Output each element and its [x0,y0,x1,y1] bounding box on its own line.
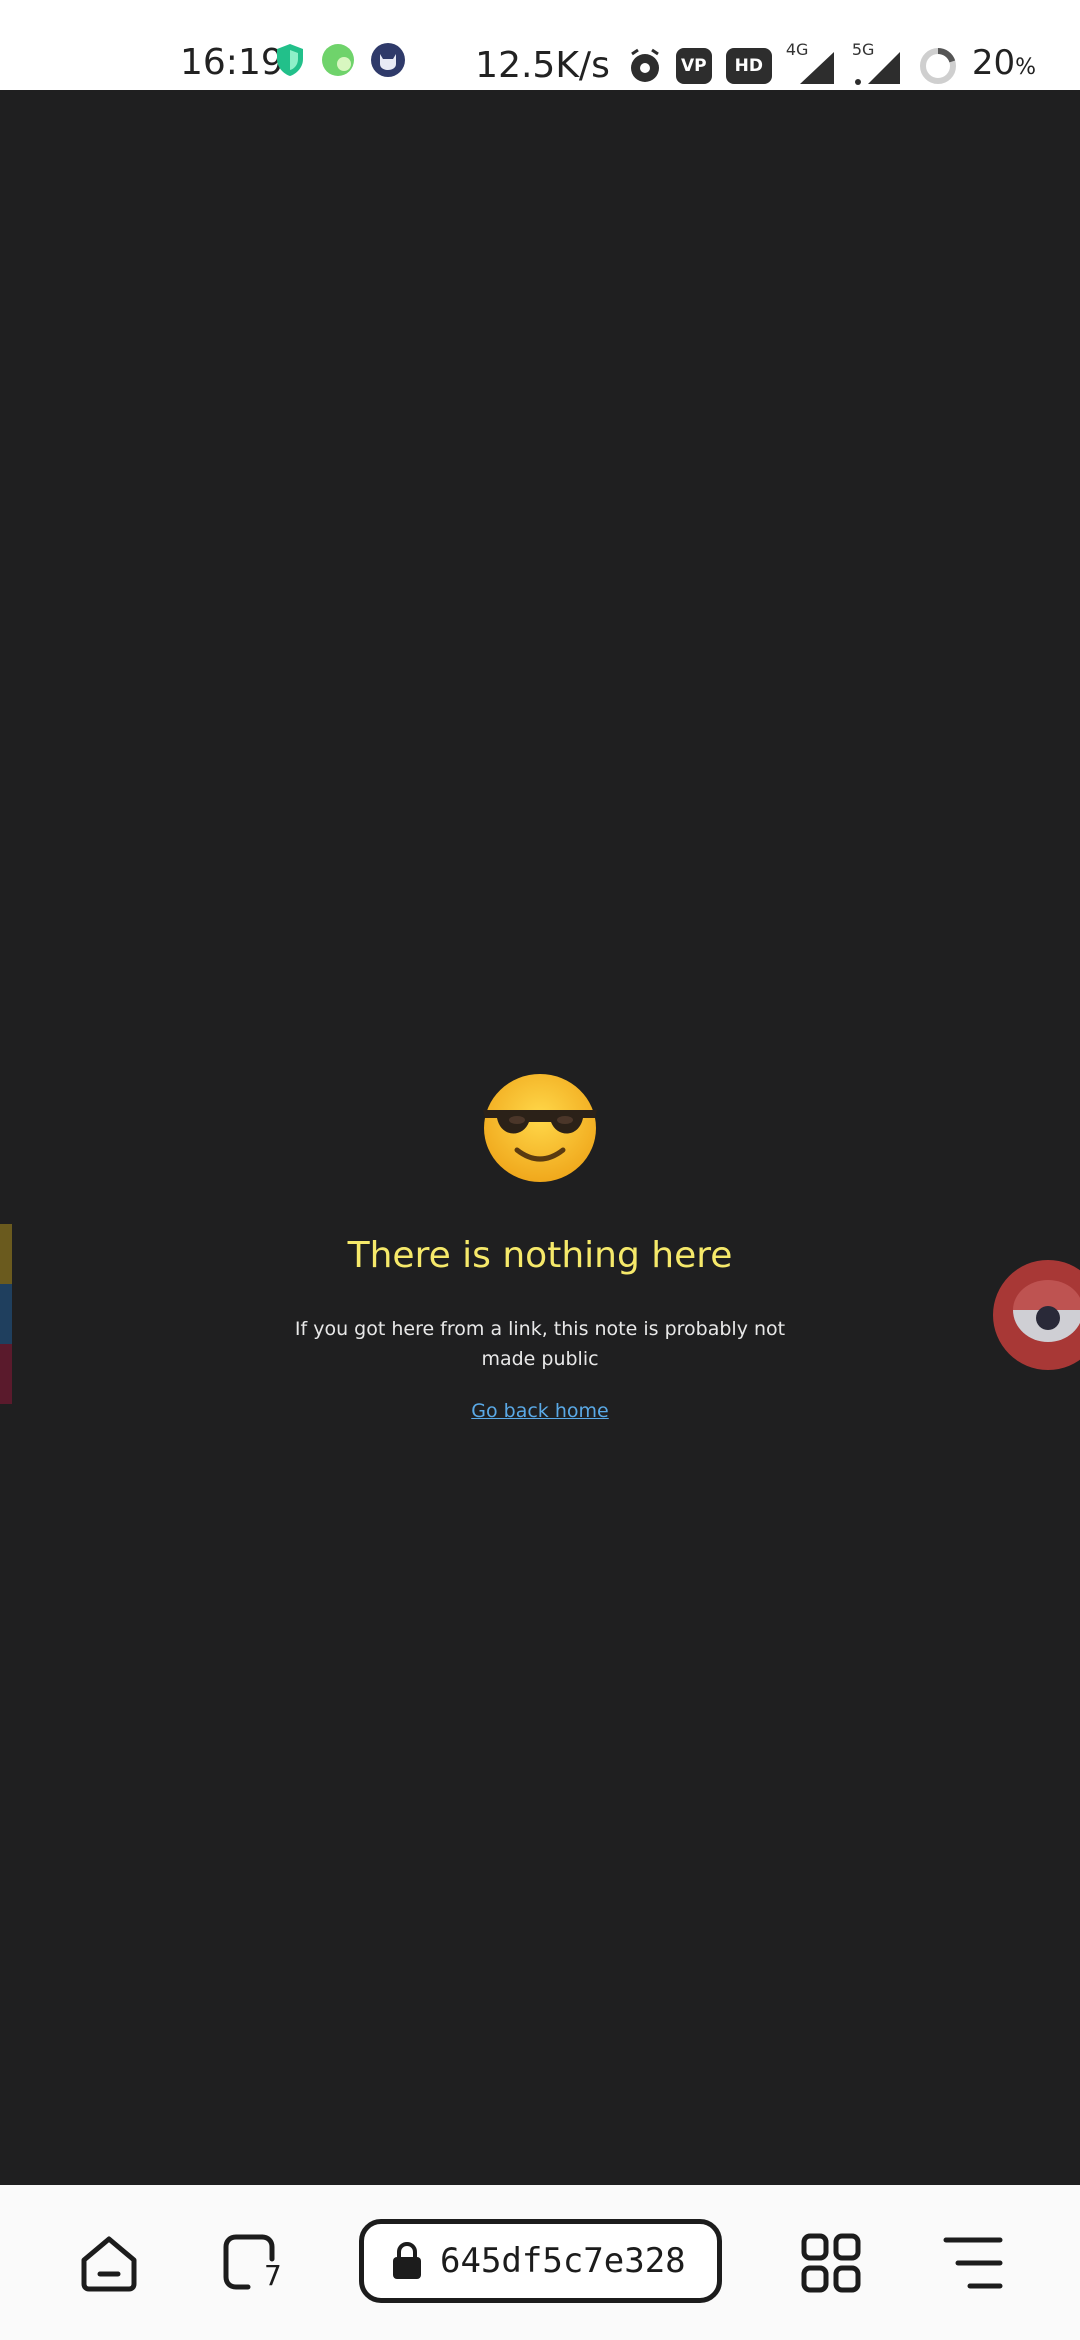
notification-icons [274,42,406,78]
status-time: 16:19 [180,42,284,83]
battery-percent: 20% [971,43,1036,83]
cat-app-icon [371,43,405,77]
hd-icon: HD [725,47,772,84]
floating-assistant-button[interactable] [993,1260,1080,1370]
edge-strip-blue [0,1284,12,1344]
apps-grid-icon[interactable] [798,2230,864,2296]
status-bar: 16:19 12.5K/s VP HD 4G 5G 20% [0,0,1080,90]
vpn-icon: VP [675,47,712,84]
lock-icon [393,2241,421,2279]
network-speed: 12.5K/s [475,44,610,86]
tabs-button[interactable]: 7 [218,2229,288,2299]
battery-ring-icon [919,47,956,84]
status-right: 12.5K/s VP HD 4G 5G 20% [475,40,1036,91]
page-description: If you got here from a link, this note i… [294,1318,786,1370]
home-icon[interactable] [76,2230,142,2296]
signal-4g-icon: 4G [786,40,838,88]
shield-app-icon [277,44,303,76]
tabs-count: 7 [264,2259,282,2292]
floating-eye-icon [996,1263,1080,1367]
menu-icon[interactable] [940,2230,1006,2296]
alarm-icon [630,48,659,82]
url-text: 645df5c7e328 [440,2241,686,2281]
address-bar[interactable]: 645df5c7e328 [359,2219,722,2303]
page-title: There is nothing here [347,1235,733,1276]
browser-bottom-bar: 7 645df5c7e328 [0,2185,1080,2340]
go-back-home-link-wrap: Go back home [0,1396,1080,1426]
chat-app-icon [322,44,354,76]
go-back-home-link[interactable]: Go back home [471,1400,608,1422]
signal-5g-icon: 5G [852,40,904,88]
edge-strip-red [0,1344,12,1404]
sunglasses-emoji-icon [483,1074,597,1182]
